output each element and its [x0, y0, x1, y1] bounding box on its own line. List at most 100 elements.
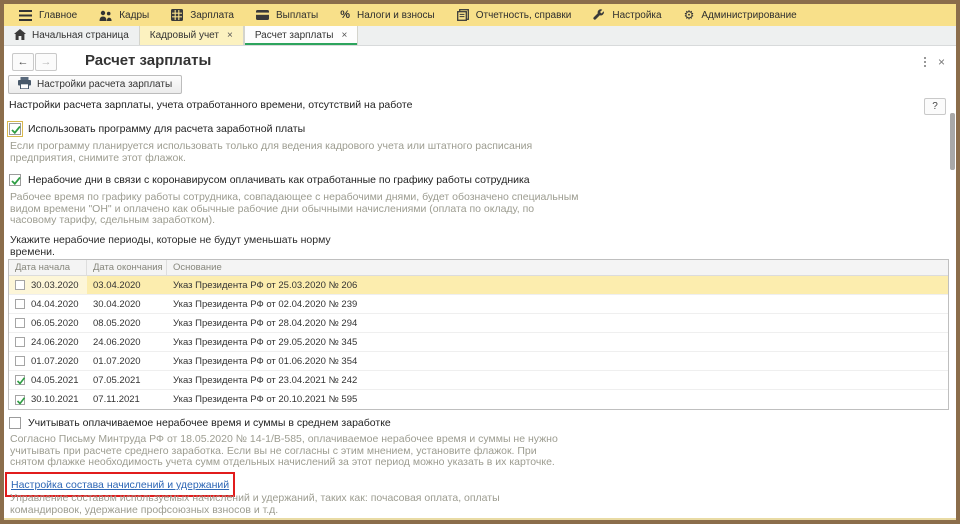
accruals-deductions-settings-link[interactable]: Настройка состава начислений и удержаний: [11, 479, 229, 491]
scrollbar-thumb[interactable]: [950, 113, 955, 170]
app-window: Главное Кадры Зарплата Выплаты % Налоги …: [0, 0, 960, 524]
column-header-end[interactable]: Дата окончания: [87, 260, 167, 275]
table-row[interactable]: 06.05.2020 08.05.2020 Указ Президента РФ…: [9, 314, 948, 333]
menu-item-label: Главное: [39, 10, 77, 21]
cell-start-date: 24.06.2020: [31, 337, 79, 348]
menu-item-vyplaty[interactable]: Выплаты: [245, 4, 329, 26]
table-row[interactable]: 30.10.2021 07.11.2021 Указ Президента РФ…: [9, 390, 948, 409]
covid-days-hint: Рабочее время по графику работы сотрудни…: [10, 192, 578, 227]
back-button[interactable]: ←: [12, 53, 34, 71]
printer-icon: [18, 77, 31, 92]
periods-note: Укажите нерабочие периоды, которые не бу…: [10, 234, 331, 258]
table-row[interactable]: 04.05.2021 07.05.2021 Указ Президента РФ…: [9, 371, 948, 390]
row-checkbox[interactable]: [15, 280, 25, 290]
close-icon: ×: [935, 55, 948, 69]
cell-start-date: 30.03.2020: [31, 280, 79, 291]
checkbox-label: Использовать программу для расчета зараб…: [28, 123, 305, 135]
tab-raschet-zarplaty[interactable]: Расчет зарплаты ×: [244, 26, 359, 45]
cell-basis: Указ Президента РФ от 23.04.2021 № 242: [167, 371, 948, 389]
menu-item-zarplata[interactable]: Зарплата: [160, 4, 245, 26]
help-button[interactable]: ?: [924, 98, 946, 115]
menu-item-label: Настройка: [612, 10, 661, 21]
wrench-icon: [593, 9, 605, 21]
close-tab-icon[interactable]: ×: [342, 30, 348, 41]
cell-start-date: 04.05.2021: [31, 375, 79, 386]
row-checkbox[interactable]: [15, 299, 25, 309]
checkbox-covid-days[interactable]: Нерабочие дни в связи с коронавирусом оп…: [9, 174, 530, 186]
checkbox-box[interactable]: [9, 123, 21, 135]
section-subtitle: Настройки расчета зарплаты, учета отрабо…: [9, 99, 412, 111]
menu-item-nalogi[interactable]: % Налоги и взносы: [329, 4, 446, 26]
close-tab-icon[interactable]: ×: [227, 30, 233, 41]
tab-label: Кадровый учет: [150, 30, 219, 41]
checkbox-box[interactable]: [9, 174, 21, 186]
close-form-button[interactable]: ×: [935, 55, 948, 69]
card-icon: [256, 10, 269, 20]
page-title: Расчет зарплаты: [85, 52, 211, 69]
tab-kadrovy-uchet[interactable]: Кадровый учет ×: [139, 26, 244, 45]
bottom-accent-strip: [4, 518, 956, 520]
cell-end-date: 03.04.2020: [87, 276, 167, 294]
calculator-icon: [171, 9, 183, 21]
cell-start-date: 04.04.2020: [31, 299, 79, 310]
menu-item-kadry[interactable]: Кадры: [88, 4, 160, 26]
salary-settings-report-button[interactable]: Настройки расчета зарплаты: [8, 75, 182, 94]
people-icon: [99, 10, 112, 21]
cell-end-date: 08.05.2020: [87, 314, 167, 332]
row-checkbox[interactable]: [15, 356, 25, 366]
periods-table: Дата начала Дата окончания Основание 30.…: [8, 259, 949, 410]
tab-home[interactable]: Начальная страница: [4, 26, 139, 45]
home-icon: [14, 29, 26, 43]
checkbox-label: Учитывать оплачиваемое нерабочее время и…: [28, 417, 391, 429]
tab-bar: Начальная страница Кадровый учет × Расче…: [4, 26, 956, 46]
row-checkbox[interactable]: [15, 395, 25, 405]
menu-item-label: Налоги и взносы: [357, 10, 435, 21]
checkbox-average-earnings[interactable]: Учитывать оплачиваемое нерабочее время и…: [9, 417, 391, 429]
table-row[interactable]: 04.04.2020 30.04.2020 Указ Президента РФ…: [9, 295, 948, 314]
table-row[interactable]: 30.03.2020 03.04.2020 Указ Президента РФ…: [9, 276, 948, 295]
column-header-start[interactable]: Дата начала: [9, 260, 87, 275]
accruals-deductions-hint: Управление составом используемых начисле…: [10, 493, 500, 516]
hamburger-icon: [19, 10, 32, 21]
menu-item-administrirovanie[interactable]: ⚙ Администрирование: [673, 4, 808, 26]
row-checkbox[interactable]: [15, 337, 25, 347]
checkbox-label: Нерабочие дни в связи с коронавирусом оп…: [28, 174, 530, 186]
checkbox-box[interactable]: [9, 417, 21, 429]
row-checkbox[interactable]: [15, 375, 25, 385]
history-nav: ← →: [12, 53, 58, 71]
menu-item-otchetnost[interactable]: Отчетность, справки: [446, 4, 583, 26]
menu-item-nastroyka[interactable]: Настройка: [582, 4, 672, 26]
button-label: Настройки расчета зарплаты: [37, 79, 172, 90]
table-header-row: Дата начала Дата окончания Основание: [9, 260, 948, 276]
menu-item-label: Зарплата: [190, 10, 234, 21]
cell-start-date: 06.05.2020: [31, 318, 79, 329]
report-icon: [457, 9, 469, 21]
cell-end-date: 07.11.2021: [87, 390, 167, 409]
cell-basis: Указ Президента РФ от 01.06.2020 № 354: [167, 352, 948, 370]
cell-basis: Указ Президента РФ от 20.10.2021 № 595: [167, 390, 948, 409]
column-header-basis[interactable]: Основание: [167, 260, 948, 275]
forward-button[interactable]: →: [35, 53, 57, 71]
table-row[interactable]: 01.07.2020 01.07.2020 Указ Президента РФ…: [9, 352, 948, 371]
cell-basis: Указ Президента РФ от 29.05.2020 № 345: [167, 333, 948, 351]
use-program-hint: Если программу планируется использовать …: [10, 141, 532, 164]
sections-menu-bar: Главное Кадры Зарплата Выплаты % Налоги …: [4, 4, 956, 26]
salary-settings-form: ← → Расчет зарплаты × Настройки расчета …: [4, 46, 956, 520]
menu-item-label: Кадры: [119, 10, 149, 21]
cell-basis: Указ Президента РФ от 28.04.2020 № 294: [167, 314, 948, 332]
row-checkbox[interactable]: [15, 318, 25, 328]
cell-end-date: 30.04.2020: [87, 295, 167, 313]
menu-item-label: Отчетность, справки: [476, 10, 572, 21]
checkbox-use-program[interactable]: Использовать программу для расчета зараб…: [9, 123, 305, 135]
cell-start-date: 01.07.2020: [31, 356, 79, 367]
kebab-icon: [920, 55, 930, 69]
cell-end-date: 24.06.2020: [87, 333, 167, 351]
tab-label: Расчет зарплаты: [255, 30, 334, 41]
cell-end-date: 07.05.2021: [87, 371, 167, 389]
gear-icon: ⚙: [684, 9, 695, 21]
table-row[interactable]: 24.06.2020 24.06.2020 Указ Президента РФ…: [9, 333, 948, 352]
cell-basis: Указ Президента РФ от 25.03.2020 № 206: [167, 276, 948, 294]
more-menu[interactable]: [920, 55, 930, 69]
cell-start-date: 30.10.2021: [31, 394, 79, 405]
menu-item-glavnoe[interactable]: Главное: [8, 4, 88, 26]
